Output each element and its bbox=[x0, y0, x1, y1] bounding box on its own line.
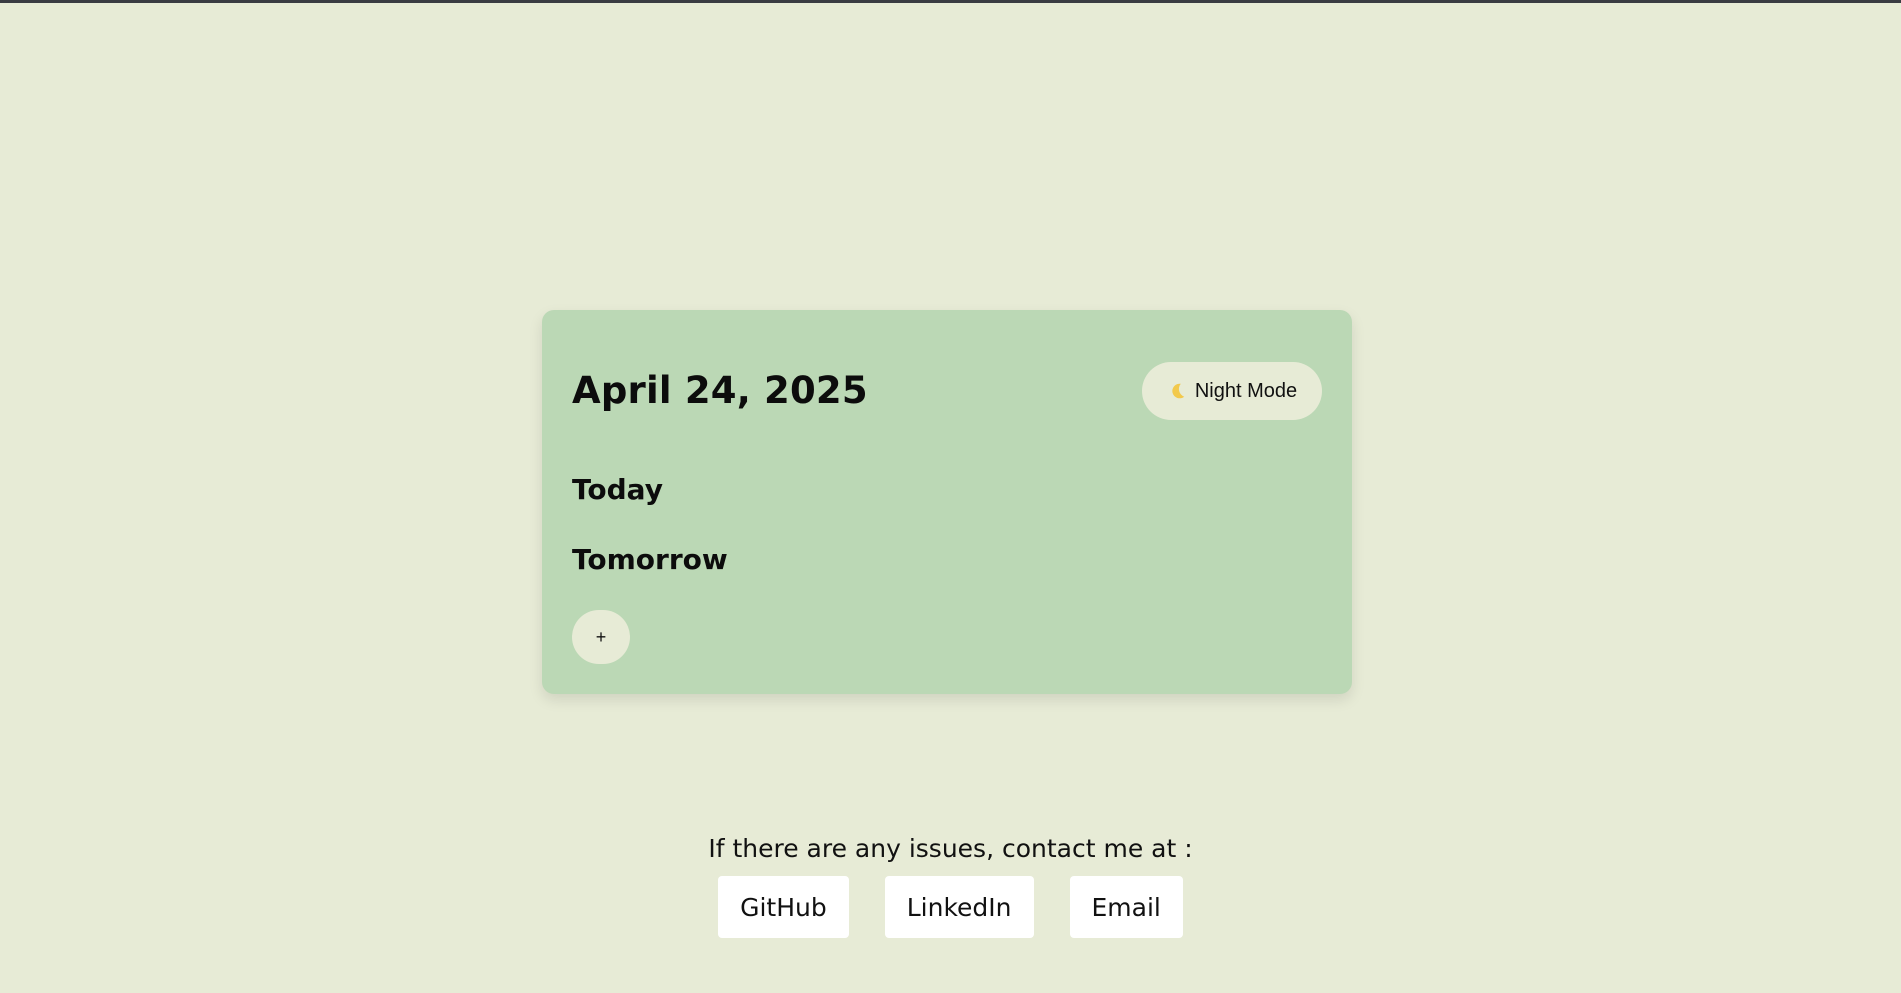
night-mode-label: Night Mode bbox=[1194, 379, 1298, 402]
today-heading: Today bbox=[572, 473, 663, 506]
night-mode-button[interactable]: Night Mode bbox=[1142, 362, 1322, 420]
email-link[interactable]: Email bbox=[1069, 876, 1183, 938]
window-top-edge bbox=[0, 0, 1901, 3]
date-card: April 24, 2025 Night Mode Today Tomorrow… bbox=[542, 310, 1352, 694]
add-task-button[interactable]: + bbox=[572, 610, 630, 664]
contact-footer: If there are any issues, contact me at :… bbox=[0, 828, 1901, 938]
date-title: April 24, 2025 bbox=[572, 369, 868, 412]
linkedin-link[interactable]: LinkedIn bbox=[884, 876, 1034, 938]
contact-text: If there are any issues, contact me at : bbox=[708, 834, 1193, 863]
github-link[interactable]: GitHub bbox=[718, 876, 849, 938]
card-header: April 24, 2025 Night Mode bbox=[572, 362, 1322, 420]
tomorrow-heading: Tomorrow bbox=[572, 543, 728, 576]
moon-icon bbox=[1167, 381, 1187, 401]
contact-links: GitHub LinkedIn Email bbox=[0, 876, 1901, 938]
